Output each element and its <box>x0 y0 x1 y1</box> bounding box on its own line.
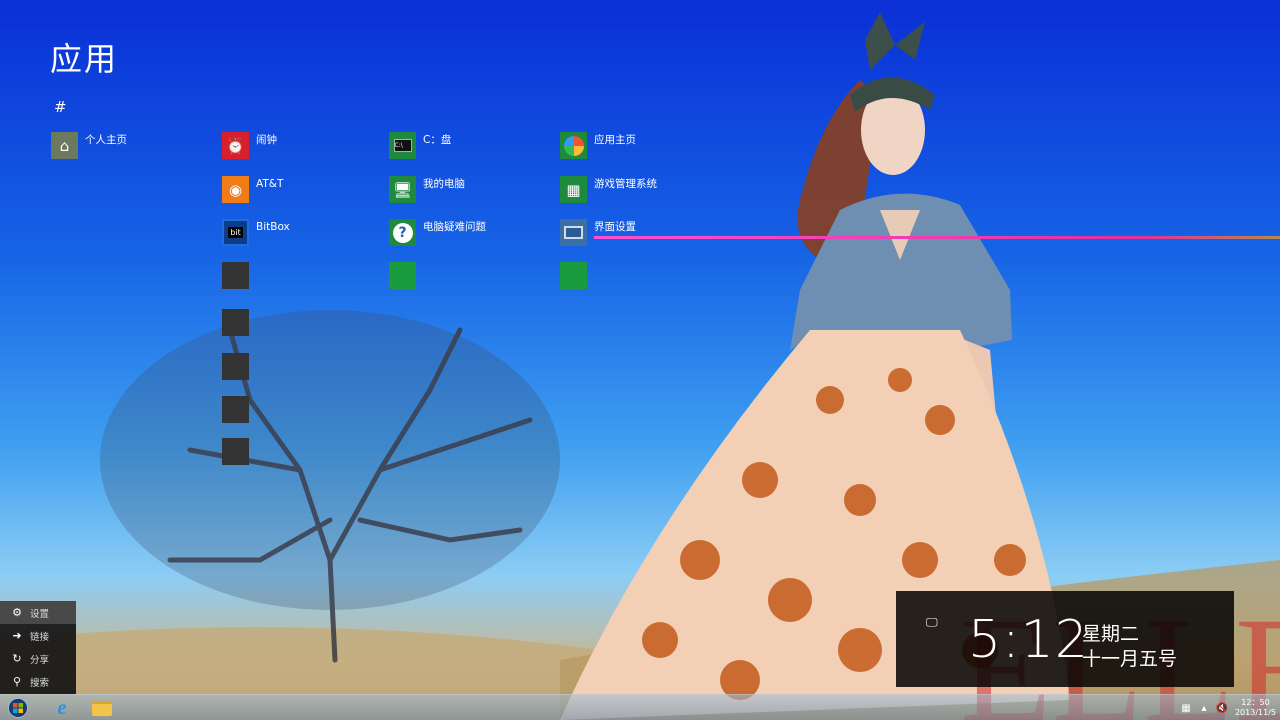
folder-icon <box>92 700 112 716</box>
taskbar: e ▦ ▴ 🔇 12：50 2013/11/5 <box>0 694 1280 720</box>
tile-label: 我的电脑 <box>423 178 465 190</box>
tile-label: 游戏管理系统 <box>594 178 657 190</box>
blank-tile[interactable] <box>389 262 416 289</box>
console-icon: C:\ <box>389 132 416 159</box>
clock-day: 星期二 <box>1082 623 1140 645</box>
clock-panel: 🖵 5:12 星期二 十一月五号 <box>896 591 1234 687</box>
charm-label: 分享 <box>30 654 50 666</box>
system-tray: ▦ ▴ 🔇 12：50 2013/11/5 <box>1179 695 1276 720</box>
tile-att[interactable]: ◉ AT&T <box>222 176 336 203</box>
bitbox-icon: bit <box>222 219 249 246</box>
internet-explorer-icon: e <box>57 696 67 719</box>
network-icon[interactable]: ▦ <box>1179 701 1193 715</box>
share-icon: ↻ <box>12 652 22 665</box>
devices-icon: ➜ <box>12 629 22 642</box>
selection-line <box>594 236 1280 239</box>
charms-bar: ⚙ 设置 ➜ 链接 ↻ 分享 ⚲ 搜索 <box>0 601 76 694</box>
tile-game-manager[interactable]: ▦ 游戏管理系统 <box>560 176 674 203</box>
tray-clock[interactable]: 12：50 2013/11/5 <box>1235 698 1276 718</box>
tile-label: BitBox <box>256 221 290 233</box>
tile-label: 个人主页 <box>85 134 127 146</box>
charm-share[interactable]: ↻ 分享 <box>0 647 76 670</box>
tile-label: 界面设置 <box>594 221 636 233</box>
help-icon: ? <box>389 219 416 246</box>
charm-devices[interactable]: ➜ 链接 <box>0 624 76 647</box>
show-hidden-icons-icon[interactable]: ▴ <box>1197 701 1211 715</box>
computer-icon: 🖥 <box>389 176 416 203</box>
network-status-icon: 🖵 <box>926 615 938 629</box>
display-settings-icon <box>560 219 587 246</box>
tile-label: 电脑疑难问题 <box>423 221 486 233</box>
app-home-icon <box>560 132 587 159</box>
blank-tile[interactable] <box>222 438 249 465</box>
charm-label: 设置 <box>30 608 50 620</box>
tile-display-settings[interactable]: 界面设置 <box>560 219 674 246</box>
charm-label: 链接 <box>30 631 50 643</box>
clock-date: 十一月五号 <box>1082 648 1178 670</box>
tile-label: AT&T <box>256 178 284 190</box>
screen-title: 应用 <box>50 40 119 78</box>
search-icon: ⚲ <box>12 675 22 688</box>
tile-alarm[interactable]: ⏰ 闹钟 <box>222 132 336 159</box>
personal-home-icon: ⌂ <box>51 132 78 159</box>
gear-icon: ⚙ <box>12 606 22 619</box>
tile-troubleshoot[interactable]: ? 电脑疑难问题 <box>389 219 503 246</box>
tile-label: 闹钟 <box>256 134 277 146</box>
tile-c-drive[interactable]: C:\ C：盘 <box>389 132 503 159</box>
tile-personal-home[interactable]: ⌂ 个人主页 <box>51 132 165 159</box>
taskbar-explorer[interactable] <box>80 695 124 720</box>
blank-tile[interactable] <box>560 262 587 289</box>
tile-bitbox[interactable]: bit BitBox <box>222 219 336 246</box>
group-header: # <box>54 98 67 116</box>
tray-date: 2013/11/5 <box>1234 708 1276 717</box>
tile-app-home[interactable]: 应用主页 <box>560 132 674 159</box>
start-button[interactable] <box>0 695 36 720</box>
charm-search[interactable]: ⚲ 搜索 <box>0 670 76 693</box>
tray-time: 12：50 <box>1241 698 1270 707</box>
game-manager-icon: ▦ <box>560 176 587 203</box>
tile-label: 应用主页 <box>594 134 636 146</box>
windows-logo-icon <box>8 698 28 718</box>
blank-tile[interactable] <box>222 353 249 380</box>
clock-time: 5:12 <box>968 610 1089 670</box>
blank-tile[interactable] <box>222 262 249 289</box>
charm-settings[interactable]: ⚙ 设置 <box>0 601 76 624</box>
charm-label: 搜索 <box>30 677 50 689</box>
blank-tile[interactable] <box>222 309 249 336</box>
tile-my-computer[interactable]: 🖥 我的电脑 <box>389 176 503 203</box>
att-globe-icon: ◉ <box>222 176 249 203</box>
alarm-clock-icon: ⏰ <box>222 132 249 159</box>
volume-muted-icon[interactable]: 🔇 <box>1215 701 1229 715</box>
taskbar-browser[interactable]: e <box>40 695 84 720</box>
blank-tile[interactable] <box>222 396 249 423</box>
tile-label: C：盘 <box>423 134 452 146</box>
